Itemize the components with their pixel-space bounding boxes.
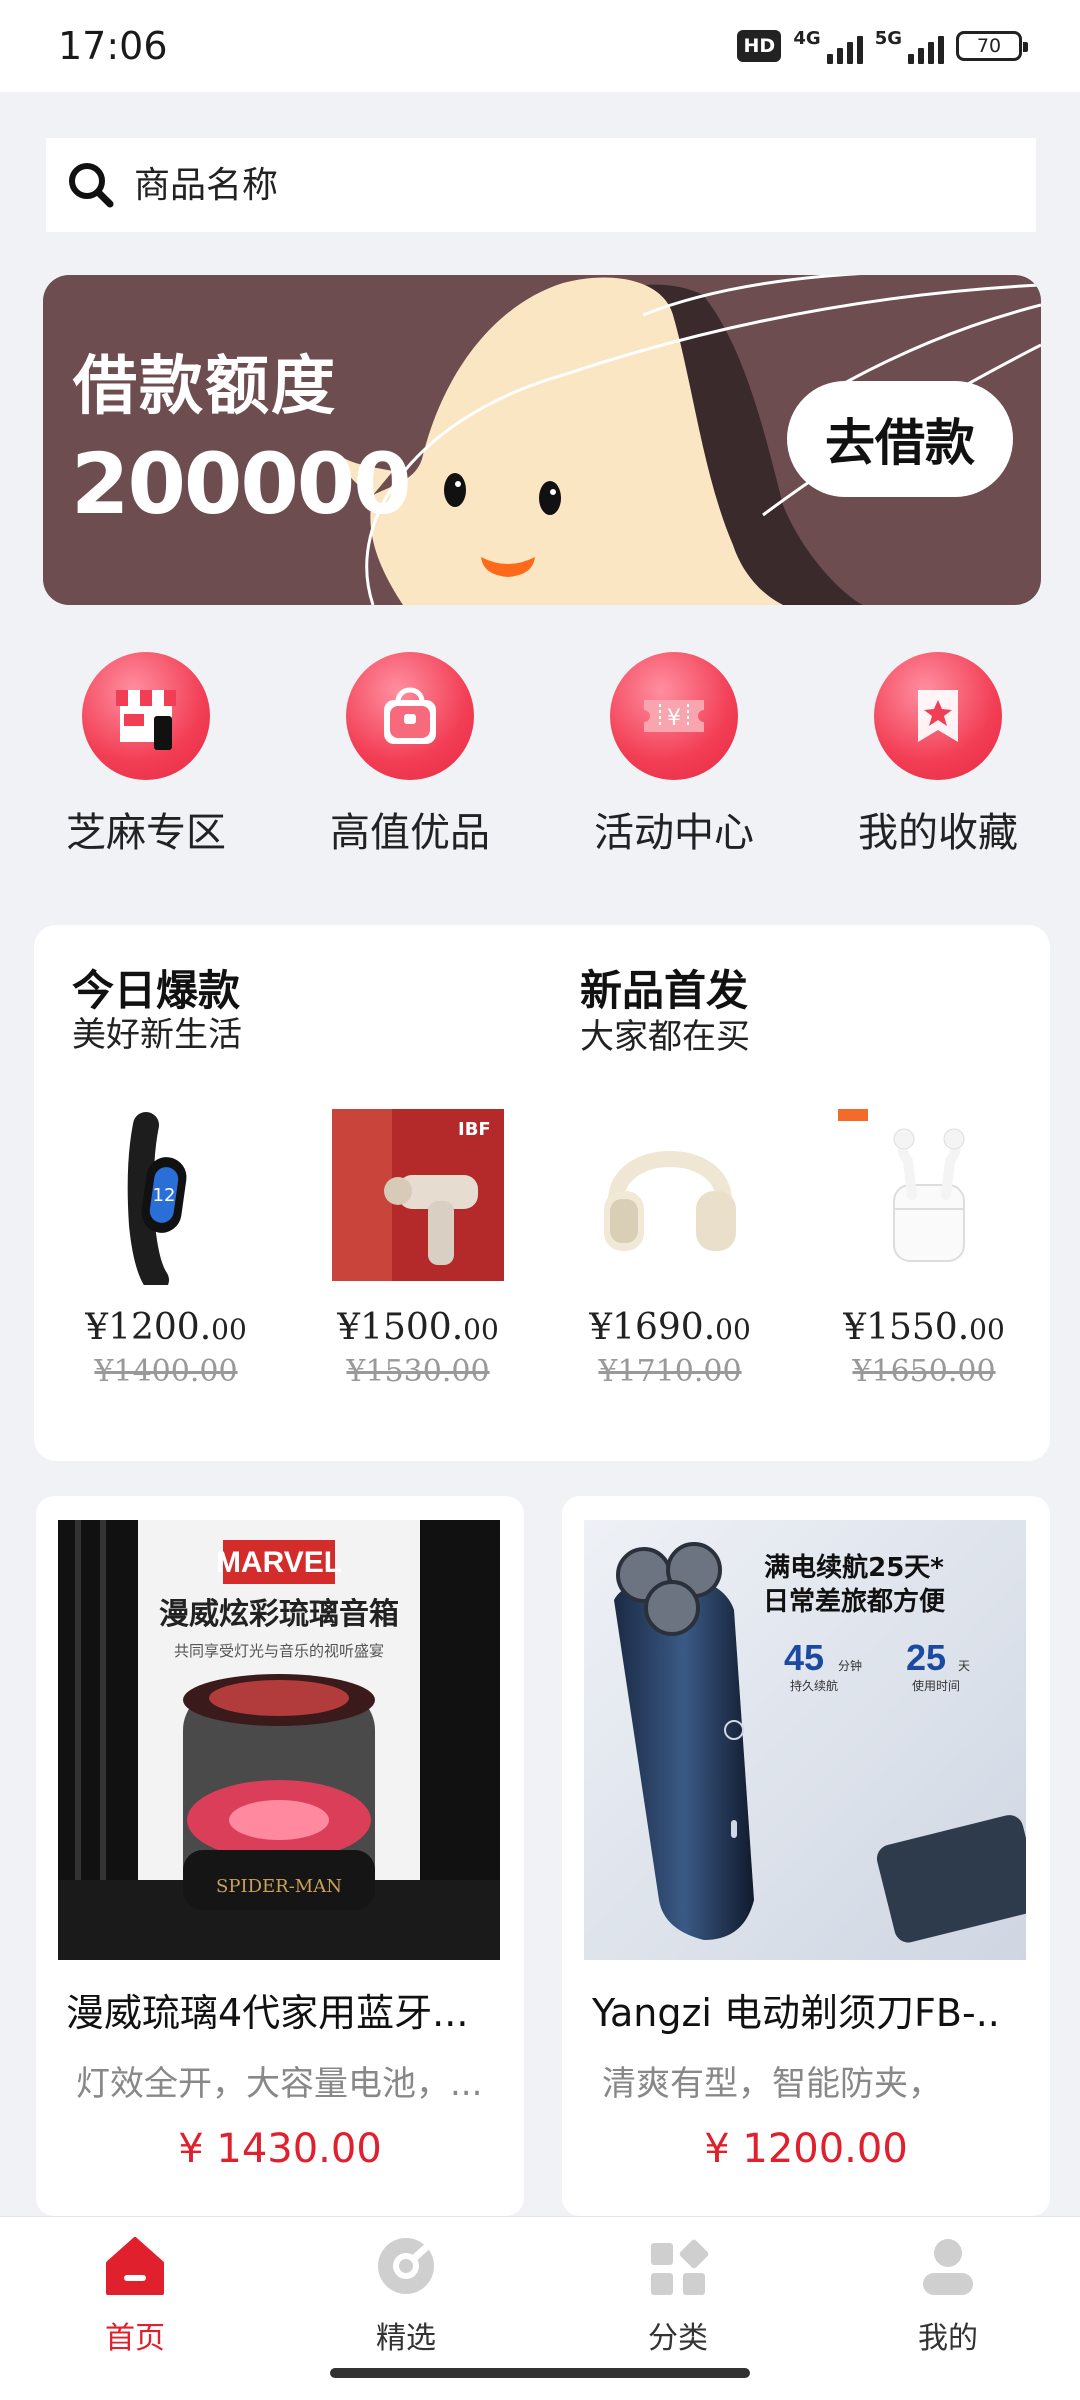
signal-5g-icon: 5G [875,28,944,64]
shaver-product-image: 满电续航25天* 日常差旅都方便 45 分钟 持久续航 25 天 使用时间 [584,1520,1026,1960]
hot-today-subtitle: 美好新生活 [72,1015,242,1055]
svg-text:45: 45 [784,1637,824,1678]
massage-gun-image: IBF [328,1105,508,1285]
product-price: ¥1690.00 [589,1307,751,1348]
product-name: 漫威琉璃4代家用蓝牙... [66,1991,469,2035]
tab-label: 首页 [105,2321,165,2356]
svg-text:IBF: IBF [458,1119,491,1140]
product-price: ¥ 1430.00 [178,2126,382,2172]
feed-product-card[interactable]: 满电续航25天* 日常差旅都方便 45 分钟 持久续航 25 天 使用时间 Ya… [562,1496,1050,2216]
star-bookmark-icon [874,652,1002,780]
product-original-price: ¥1650.00 [852,1354,996,1389]
new-arrivals-subtitle: 大家都在买 [580,1017,750,1057]
product-price: ¥1500.00 [337,1307,499,1348]
battery-icon: 70 [956,31,1028,61]
headphones-image [580,1105,760,1285]
smart-band-image: 12 [76,1105,256,1293]
quick-nav-favorites[interactable]: 我的收藏 [806,652,1070,858]
product-description: 清爽有型，智能防夹， [602,2064,942,2104]
quick-nav-label: 高值优品 [330,810,490,856]
tab-label: 我的 [918,2321,978,2356]
search-bar[interactable] [46,138,1036,232]
svg-text:日常差旅都方便: 日常差旅都方便 [763,1586,946,1617]
product-price: ¥1200.00 [85,1307,247,1348]
loan-banner[interactable]: 借款额度 200000 去借款 [43,275,1041,605]
quick-nav-label: 芝麻专区 [66,810,226,856]
product-price: ¥ 1200.00 [704,2126,908,2172]
tab-profile[interactable]: 我的 [878,2231,1018,2357]
svg-text:使用时间: 使用时间 [912,1678,960,1693]
status-time: 17:06 [58,24,168,68]
featured-icon [378,2238,434,2294]
borrow-button[interactable]: 去借款 [787,381,1013,497]
hot-new-section: 今日爆款 美好新生活 新品首发 大家都在买 12 ¥1200.00 ¥1400.… [34,925,1050,1461]
quick-nav-label: 活动中心 [594,810,754,856]
category-icon [651,2239,709,2295]
product-card[interactable]: IBF ¥1500.00 ¥1530.00 [298,1105,538,1389]
svg-text:持久续航: 持久续航 [790,1678,838,1693]
svg-text:共同享受灯光与音乐的视听盛宴: 共同享受灯光与音乐的视听盛宴 [174,1642,384,1660]
search-icon [66,160,116,210]
product-card[interactable]: 12 ¥1200.00 ¥1400.00 [46,1105,286,1389]
profile-icon [923,2239,973,2295]
bag-icon [346,652,474,780]
svg-text:MARVEL: MARVEL [216,1546,342,1579]
status-bar: 17:06 HD 4G 5G 70 [0,0,1080,92]
product-name: Yangzi 电动剃须刀FB-.. [592,1991,1000,2035]
quick-nav-zhima[interactable]: 芝麻专区 [14,652,278,858]
tab-featured[interactable]: 精选 [336,2231,476,2357]
speaker-product-image: MARVEL 漫威炫彩琉璃音箱 共同享受灯光与音乐的视听盛宴 SPIDER-MA… [58,1520,500,1960]
home-indicator[interactable] [330,2368,750,2378]
signal-4g-icon: 4G [793,28,863,64]
quick-nav-premium[interactable]: 高值优品 [278,652,542,858]
product-price: ¥1550.00 [843,1307,1005,1348]
svg-text:12: 12 [153,1185,176,1206]
loan-limit-title: 借款额度 [73,350,337,424]
svg-text:满电续航25天*: 满电续航25天* [764,1552,944,1583]
svg-text:25: 25 [906,1637,946,1678]
home-icon [106,2237,164,2295]
svg-text:漫威炫彩琉璃音箱: 漫威炫彩琉璃音箱 [159,1597,399,1632]
product-original-price: ¥1710.00 [598,1354,742,1389]
product-original-price: ¥1400.00 [94,1354,238,1389]
svg-text:天: 天 [958,1659,970,1673]
search-input[interactable] [134,164,1014,206]
store-icon [82,652,210,780]
feed-product-card[interactable]: MARVEL 漫威炫彩琉璃音箱 共同享受灯光与音乐的视听盛宴 SPIDER-MA… [36,1496,524,2216]
hd-voice-icon: HD [737,30,782,62]
tab-label: 分类 [648,2321,708,2356]
product-description: 灯效全开，大容量电池，... [76,2064,483,2104]
tab-category[interactable]: 分类 [608,2231,748,2357]
svg-text:¥: ¥ [667,706,681,731]
product-card[interactable]: ¥1550.00 ¥1650.00 [804,1105,1044,1389]
tab-home[interactable]: 首页 [65,2231,205,2357]
quick-nav: 芝麻专区 高值优品 ¥ 活动中心 我的收藏 [0,652,1080,856]
product-card[interactable]: ¥1690.00 ¥1710.00 [550,1105,790,1389]
status-icons: HD 4G 5G 70 [737,28,1028,64]
svg-text:SPIDER-MAN: SPIDER-MAN [216,1876,342,1897]
ticket-icon: ¥ [610,652,738,780]
earbuds-image [834,1105,1014,1285]
loan-limit-amount: 200000 [71,435,412,533]
quick-nav-label: 我的收藏 [858,810,1018,856]
svg-text:分钟: 分钟 [838,1658,862,1673]
tab-label: 精选 [376,2321,436,2356]
product-original-price: ¥1530.00 [346,1354,490,1389]
quick-nav-activity[interactable]: ¥ 活动中心 [542,652,806,858]
